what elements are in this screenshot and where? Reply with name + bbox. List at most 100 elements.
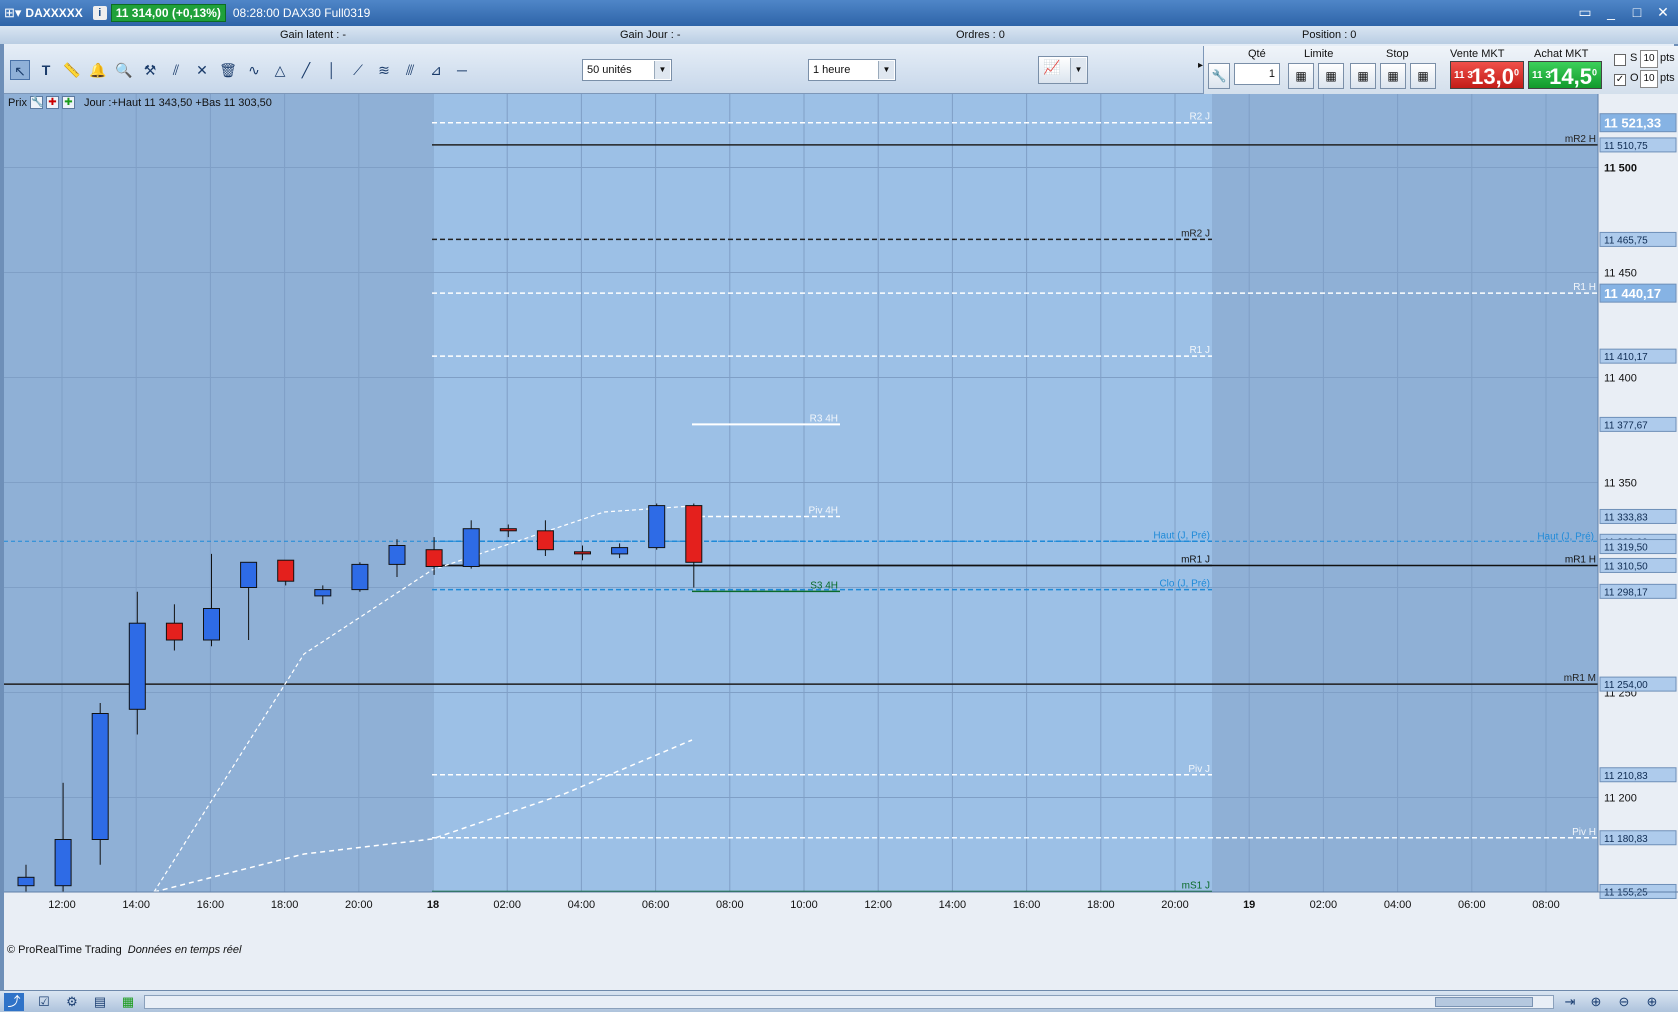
chart-canvas[interactable]: 12:00 14:00 16:00 18:00 20:00 18 02:00 04:00 06:… [4,94,1678,990]
zoom-fit-icon[interactable]: ⊕ [1586,993,1606,1011]
ordres-count[interactable]: Ordres : 0 [956,29,1005,41]
objective-points-input[interactable]: 10 [1640,70,1658,88]
price-tag: 11 510,75 [1604,141,1648,152]
ray-icon[interactable]: ⟋ [348,60,368,80]
timeframe-select[interactable]: 1 heure ▼ [808,59,896,81]
level-label: R3 4H [810,413,838,424]
price-tag: 11 465,75 [1604,235,1648,246]
add-indicator-icon[interactable]: ✚ [61,96,75,109]
horizontal-scrollbar[interactable] [144,995,1554,1009]
bottom-bar: ⤴ ☑ ⚙ ▤ ▦ ⇥ ⊕ ⊖ ⊕ [0,990,1678,1012]
level-label: Piv J [1188,764,1210,775]
units-select[interactable]: 50 unités ▼ [582,59,672,81]
fibonacci-icon[interactable]: ⫽ [166,60,186,80]
zigzag-icon[interactable]: ∿ [244,60,264,80]
minimize-icon[interactable]: _ [1602,4,1620,21]
stop-buy-button[interactable]: ▦ [1350,63,1376,89]
chevron-down-icon[interactable]: ▼ [654,61,670,79]
time-and-instrument: 08:28:00 DAX30 Full0319 [232,6,371,20]
objective-points-unit: pts [1660,72,1675,84]
price-tag: 11 180,83 [1604,834,1648,845]
remove-indicator-icon[interactable]: ✚ [45,96,59,109]
x-tick-label: 02:00 [1310,899,1338,911]
collapse-arrow-icon[interactable]: ▸ [1198,60,1203,71]
y-tick-label: 11 450 [1604,268,1637,280]
share-icon[interactable]: ⤴ [4,993,24,1011]
right-level-label: Haut (J, Pré) [1537,531,1594,542]
text-tool-icon[interactable]: T [36,60,56,80]
x-tick-label: 18:00 [1087,899,1115,911]
restore-icon[interactable]: ▭ [1576,4,1594,21]
qty-input[interactable]: 1 [1234,63,1280,85]
notes-icon[interactable]: ▤ [90,993,110,1011]
candle-body [574,551,591,555]
objective-checkbox[interactable]: ✓ [1614,74,1626,86]
bell-icon[interactable]: 🔔 [88,60,108,80]
close-icon[interactable]: ✕ [1654,4,1672,21]
trash-icon[interactable]: 🗑 [218,60,238,80]
ruler-icon[interactable]: 📏 [62,60,82,80]
vertical-line-icon[interactable]: │ [322,60,342,80]
realtime-text: Données en temps réel [127,944,242,956]
stop-checkbox[interactable] [1614,54,1626,66]
candle-body [536,530,554,551]
stop-order-button[interactable]: ▦ [1410,63,1436,89]
checklist-icon[interactable]: ☑ [34,993,54,1011]
chart-type-select[interactable]: 📈 ▼ [1038,56,1088,84]
buy-price-main: 14,50 [1549,64,1597,89]
channel-icon[interactable]: ⫻ [400,60,420,80]
candle-body [648,505,666,549]
wrench-icon[interactable]: 🔧 [1208,63,1230,89]
search-settings-icon[interactable]: ⚙ [62,993,82,1011]
x-tick-label: 02:00 [493,899,521,911]
trend-line-icon[interactable]: ╱ [296,60,316,80]
level-label: mR1 M [1564,673,1596,684]
wrench-icon[interactable]: 🔧 [29,96,43,109]
sell-mkt-label: Vente MKT [1450,48,1505,60]
level-label: mR2 H [1565,134,1596,145]
zoom-out-icon[interactable]: ⊖ [1614,993,1634,1011]
brand-text: © ProRealTime Trading [7,944,122,956]
limit-sell-button[interactable]: ▦ [1318,63,1344,89]
x-tick-label: 12:00 [864,899,892,911]
pane-header: Prix 🔧 ✚ ✚ Jour :+Haut 11 343,50 +Bas 11… [8,96,272,109]
price-chart[interactable]: 12:00 14:00 16:00 18:00 20:00 18 02:00 04:00 06:… [4,94,1678,990]
level-label: Piv H [1572,827,1596,838]
cursor-arrow-icon[interactable]: ↖ [10,60,30,80]
hammer-icon[interactable]: ⚒ [140,60,160,80]
grid-icon[interactable]: ▦ [118,993,138,1011]
level-label: Piv 4H [809,505,838,516]
price-tag: 11 440,17 [1604,286,1661,301]
level-label: Clo (J, Pré) [1159,579,1210,590]
last-price-badge: 11 314,00 (+0,13%) [110,4,226,22]
chart-type-icon: 📈 [1043,59,1061,75]
horizontal-line-icon[interactable]: ─ [452,60,472,80]
instrument-symbol[interactable]: DAXXXXX [25,6,82,20]
wave-icon[interactable]: ≋ [374,60,394,80]
buy-market-button[interactable]: 11 3 14,50 [1528,61,1602,89]
x-tick-label: 16:00 [197,899,225,911]
triangle-icon[interactable]: △ [270,60,290,80]
window-menu-icon[interactable]: ⊞▾ [4,5,21,21]
x-tick-label: 06:00 [642,899,670,911]
chevron-down-icon[interactable]: ▼ [1070,58,1086,82]
chevron-down-icon[interactable]: ▼ [878,61,894,79]
sell-market-button[interactable]: 11 3 13,00 [1450,61,1524,89]
position-count[interactable]: Position : 0 [1302,29,1356,41]
info-icon[interactable]: i [92,6,107,20]
limit-buy-button[interactable]: ▦ [1288,63,1314,89]
scrollbar-thumb[interactable] [1435,997,1533,1007]
candle-body [91,713,109,840]
stop-points-input[interactable]: 10 [1640,50,1658,68]
scroll-end-icon[interactable]: ⇥ [1560,993,1580,1011]
graph-tool-icon[interactable]: ⊿ [426,60,446,80]
stop-sell-button[interactable]: ▦ [1380,63,1406,89]
prix-label: Prix [8,96,27,109]
maximize-icon[interactable]: □ [1628,4,1646,21]
bg-current-day [432,94,1212,892]
zoom-in-icon[interactable]: ⊕ [1642,993,1662,1011]
y-tick-label: 11 200 [1604,793,1637,805]
x-tick-label: 14:00 [939,899,967,911]
cross-lines-icon[interactable]: ✕ [192,60,212,80]
zoom-icon[interactable]: 🔍 [114,60,134,80]
